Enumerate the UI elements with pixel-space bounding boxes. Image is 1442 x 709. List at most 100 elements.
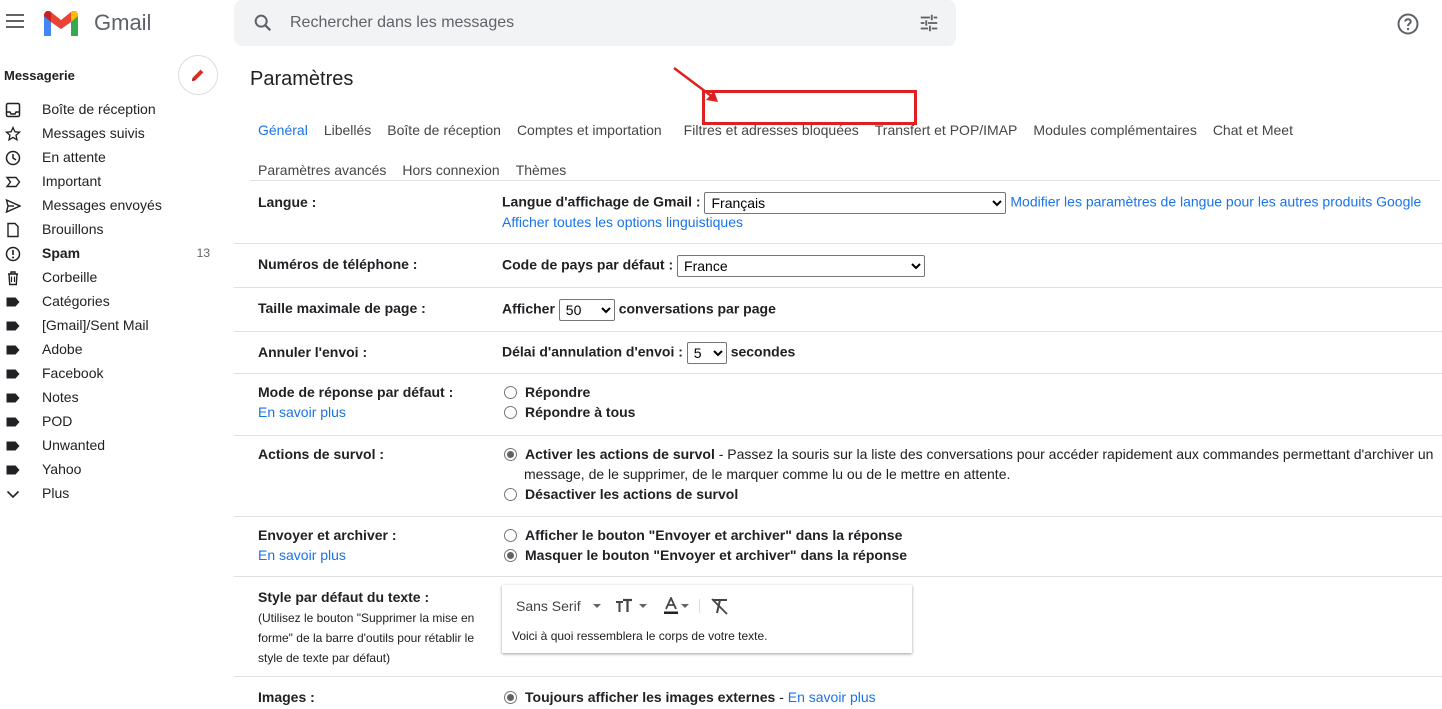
setting-phone: Numéros de téléphone : Code de pays par … bbox=[234, 244, 1442, 288]
sidebar-item-facebook[interactable]: Facebook bbox=[0, 362, 234, 386]
sidebar-item-label: Notes bbox=[42, 389, 79, 405]
undo-delay-select[interactable]: 5 bbox=[686, 342, 727, 364]
label-icon bbox=[6, 465, 20, 475]
sidebar-item-drafts[interactable]: Brouillons bbox=[0, 218, 234, 242]
important-icon bbox=[5, 176, 21, 188]
text-preview[interactable]: Voici à quoi ressemblera le corps de vot… bbox=[512, 629, 767, 643]
separator-text: - bbox=[775, 689, 788, 705]
search-input[interactable] bbox=[290, 12, 890, 34]
tab-filters[interactable]: Filtres et adresses bloquées bbox=[670, 120, 873, 140]
page-size-select[interactable]: 50 bbox=[558, 299, 615, 321]
search-bar[interactable] bbox=[234, 0, 956, 46]
hide-send-archive-radio[interactable] bbox=[504, 549, 517, 562]
sidebar-item-label: Corbeille bbox=[42, 269, 98, 285]
text-style-editor: Sans Serif Voici à quoi ressemblera le c… bbox=[502, 585, 912, 653]
sidebar-item-more[interactable]: Plus bbox=[0, 482, 234, 506]
tab-chat-meet[interactable]: Chat et Meet bbox=[1205, 120, 1301, 140]
hover-disable-radio[interactable] bbox=[504, 488, 517, 501]
sidebar-item-notes[interactable]: Notes bbox=[0, 386, 234, 410]
sidebar-item-label: Important bbox=[42, 173, 102, 189]
show-send-archive-radio[interactable] bbox=[504, 529, 517, 542]
learn-more-link[interactable]: En savoir plus bbox=[788, 689, 876, 705]
sidebar-item-sent[interactable]: Messages envoyés bbox=[0, 194, 234, 218]
sidebar-item-adobe[interactable]: Adobe bbox=[0, 338, 234, 362]
sidebar-item-unwanted[interactable]: Unwanted bbox=[0, 434, 234, 458]
label-icon bbox=[6, 417, 20, 427]
compose-button[interactable] bbox=[178, 55, 218, 95]
show-send-archive-option[interactable]: Afficher le bouton "Envoyer et archiver"… bbox=[504, 527, 902, 543]
reply-all-radio[interactable] bbox=[504, 406, 517, 419]
sidebar-item-pod[interactable]: POD bbox=[0, 410, 234, 434]
tab-advanced[interactable]: Paramètres avancés bbox=[250, 160, 394, 180]
tabs-divider bbox=[250, 180, 1440, 181]
sidebar-item-trash[interactable]: Corbeille bbox=[0, 266, 234, 290]
hide-send-archive-label: Masquer le bouton "Envoyer et archiver" … bbox=[525, 547, 908, 563]
country-code-select[interactable]: France bbox=[677, 255, 926, 277]
always-show-images-label: Toujours afficher les images externes bbox=[525, 689, 776, 705]
tab-offline[interactable]: Hors connexion bbox=[394, 160, 507, 180]
setting-undo-send: Annuler l'envoi : Délai d'annulation d'e… bbox=[234, 332, 1442, 374]
setting-send-archive: Envoyer et archiver : En savoir plus Aff… bbox=[234, 517, 1442, 577]
tab-themes[interactable]: Thèmes bbox=[508, 160, 575, 180]
page-size-setting-value: Afficher 50 conversations par page bbox=[502, 299, 776, 321]
tab-labels[interactable]: Libellés bbox=[316, 120, 379, 140]
search-icon[interactable] bbox=[252, 12, 274, 34]
always-show-images-option[interactable]: Toujours afficher les images externes - … bbox=[504, 689, 876, 705]
sidebar-item-categories[interactable]: Catégories bbox=[0, 290, 234, 314]
sidebar-item-starred[interactable]: Messages suivis bbox=[0, 122, 234, 146]
gmail-logo-icon[interactable] bbox=[42, 9, 80, 37]
sidebar-item-yahoo[interactable]: Yahoo bbox=[0, 458, 234, 482]
sidebar-item-important[interactable]: Important bbox=[0, 170, 234, 194]
hover-enable-option[interactable]: Activer les actions de survol - Passez l… bbox=[504, 446, 1433, 462]
reply-radio[interactable] bbox=[504, 386, 517, 399]
page-title: Paramètres bbox=[250, 68, 354, 90]
font-select[interactable]: Sans Serif bbox=[516, 598, 581, 614]
always-show-images-radio[interactable] bbox=[504, 691, 517, 704]
setting-reply-mode: Mode de réponse par défaut : En savoir p… bbox=[234, 374, 1442, 436]
sidebar-item-spam[interactable]: Spam 13 bbox=[0, 242, 234, 266]
sidebar-item-inbox[interactable]: Boîte de réception bbox=[0, 98, 234, 122]
sidebar-item-label: Messages suivis bbox=[42, 125, 145, 141]
hover-enable-radio[interactable] bbox=[504, 448, 517, 461]
reply-all-option[interactable]: Répondre à tous bbox=[504, 404, 635, 420]
main-menu-icon[interactable] bbox=[6, 14, 24, 30]
language-select[interactable]: Français bbox=[704, 192, 1007, 214]
setting-hover-actions: Actions de survol : Activer les actions … bbox=[234, 436, 1442, 517]
other-products-language-link[interactable]: Modifier les paramètres de langue pour l… bbox=[1010, 194, 1421, 210]
search-options-icon[interactable] bbox=[918, 12, 940, 34]
red-arrow-annotation bbox=[673, 67, 718, 102]
learn-more-link[interactable]: En savoir plus bbox=[258, 547, 346, 563]
page-size-prefix: Afficher bbox=[502, 300, 555, 317]
page-size-suffix: conversations par page bbox=[618, 300, 776, 317]
text-color-button[interactable] bbox=[663, 597, 691, 615]
language-display-label: Langue d'affichage de Gmail : bbox=[502, 193, 701, 210]
font-size-button[interactable] bbox=[615, 598, 649, 614]
sidebar-nav: Boîte de réception Messages suivis En at… bbox=[0, 98, 234, 506]
label-icon bbox=[6, 345, 20, 355]
chevron-down-icon bbox=[680, 604, 689, 608]
reply-option[interactable]: Répondre bbox=[504, 384, 590, 400]
sidebar-item-sent-mail[interactable]: [Gmail]/Sent Mail bbox=[0, 314, 234, 338]
all-language-options-link[interactable]: Afficher toutes les options linguistique… bbox=[502, 214, 743, 230]
tab-forwarding[interactable]: Transfert et POP/IMAP bbox=[873, 120, 1026, 140]
chevron-down-icon bbox=[6, 490, 20, 499]
hover-enable-description-cont: message, de le supprimer, de le marquer … bbox=[524, 466, 1011, 482]
sidebar-item-label: Facebook bbox=[42, 365, 104, 381]
chevron-down-icon[interactable] bbox=[589, 598, 605, 614]
tab-addons[interactable]: Modules complémentaires bbox=[1025, 120, 1204, 140]
tab-accounts[interactable]: Comptes et importation bbox=[509, 120, 670, 140]
help-icon[interactable] bbox=[1396, 12, 1420, 36]
tab-inbox[interactable]: Boîte de réception bbox=[379, 120, 509, 140]
tabs-row: Général Libellés Boîte de réception Comp… bbox=[250, 114, 1440, 146]
reply-option-label: Répondre bbox=[525, 384, 591, 400]
tab-general[interactable]: Général bbox=[250, 120, 316, 140]
sidebar-item-snoozed[interactable]: En attente bbox=[0, 146, 234, 170]
sidebar-item-label: Plus bbox=[42, 485, 70, 501]
remove-formatting-button[interactable] bbox=[710, 597, 730, 615]
setting-language: Langue : Langue d'affichage de Gmail : F… bbox=[234, 182, 1442, 244]
hide-send-archive-option[interactable]: Masquer le bouton "Envoyer et archiver" … bbox=[504, 547, 907, 563]
settings-list: Langue : Langue d'affichage de Gmail : F… bbox=[234, 182, 1442, 709]
learn-more-link[interactable]: En savoir plus bbox=[258, 404, 346, 420]
hover-disable-label: Désactiver les actions de survol bbox=[525, 486, 739, 502]
hover-disable-option[interactable]: Désactiver les actions de survol bbox=[504, 486, 738, 502]
